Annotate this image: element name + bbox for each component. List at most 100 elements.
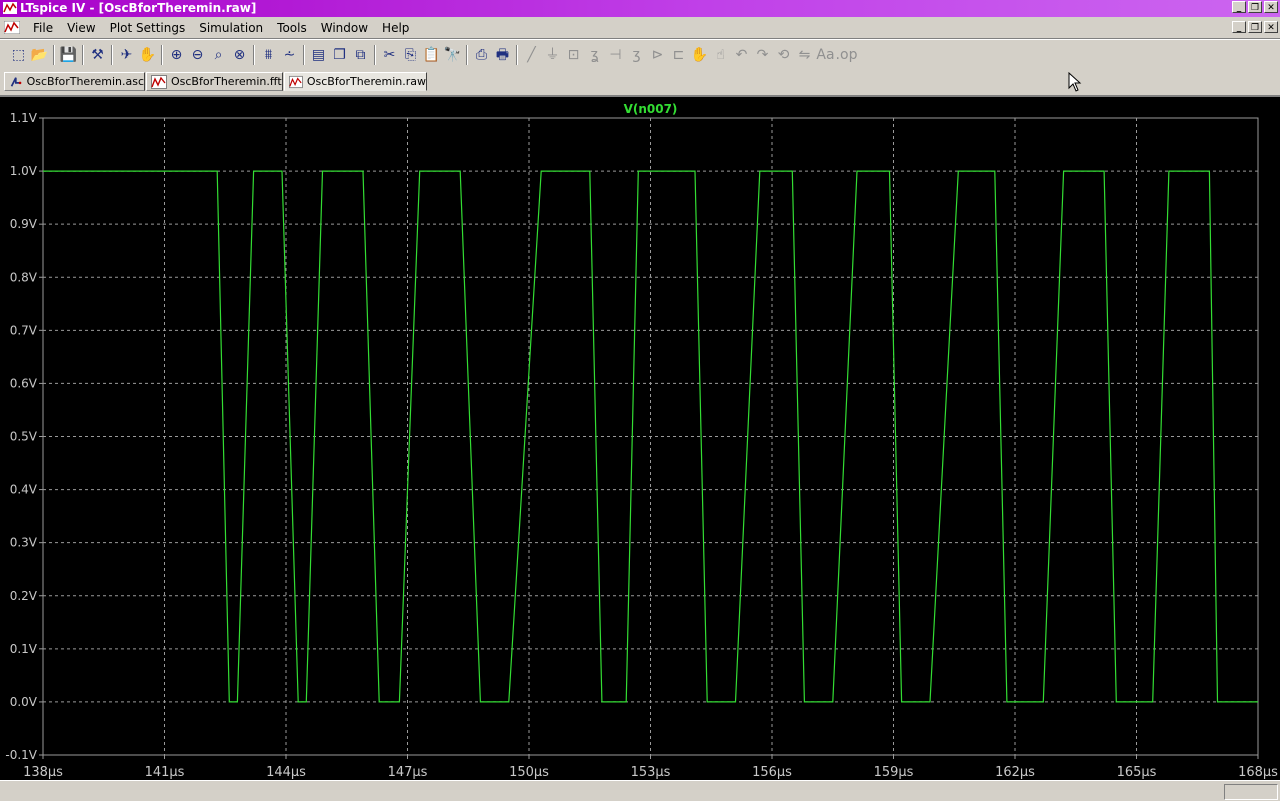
- copy-icon[interactable]: ⎘: [400, 44, 421, 66]
- run-icon[interactable]: ✈: [116, 44, 137, 66]
- zoom-fit-icon[interactable]: ⌕: [208, 44, 229, 66]
- toolbar-separator: [303, 45, 305, 65]
- paste-icon[interactable]: 📋: [421, 44, 442, 66]
- tile-icon[interactable]: ▤: [308, 44, 329, 66]
- y-tick-label: 0.1V: [10, 642, 38, 656]
- component-icon[interactable]: ⊏: [668, 44, 689, 66]
- x-tick-label: 141µs: [145, 765, 185, 780]
- y-tick-label: 0.9V: [10, 217, 38, 231]
- close-all-icon[interactable]: ⧉: [350, 44, 371, 66]
- zoom-cancel-icon[interactable]: ⊗: [229, 44, 250, 66]
- halt-icon[interactable]: ✋: [137, 44, 158, 66]
- x-tick-label: 162µs: [995, 765, 1035, 780]
- y-tick-label: 1.0V: [10, 164, 38, 178]
- y-tick-label: 0.8V: [10, 270, 38, 284]
- y-tick-label: 0.0V: [10, 695, 38, 709]
- tab-oscbfortheremin-fft[interactable]: OscBforTheremin.fft: [146, 72, 283, 91]
- trace-title: V(n007): [624, 102, 678, 116]
- ltspice-app-icon: [3, 2, 17, 14]
- find-icon[interactable]: 🔭: [442, 44, 463, 66]
- inductor-icon[interactable]: ʒ: [626, 44, 647, 66]
- toolbar-separator: [161, 45, 163, 65]
- toolbar-separator: [253, 45, 255, 65]
- schematic-icon: [10, 76, 22, 87]
- document-system-menu-icon[interactable]: [4, 21, 20, 34]
- tab-label: OscBforTheremin.fft: [171, 75, 282, 88]
- waveform-icon: [151, 74, 167, 89]
- menu-tools[interactable]: Tools: [270, 18, 314, 38]
- toolbar-separator: [374, 45, 376, 65]
- minimize-button[interactable]: _: [1232, 1, 1246, 13]
- restore-button[interactable]: ❐: [1248, 1, 1262, 13]
- zoom-in-icon[interactable]: ⊕: [166, 44, 187, 66]
- y-tick-label: 1.1V: [10, 111, 38, 125]
- y-tick-label: 0.2V: [10, 589, 38, 603]
- toolbar-separator: [111, 45, 113, 65]
- autorange-icon[interactable]: ⩩: [258, 44, 279, 66]
- text-icon[interactable]: Aa: [815, 44, 836, 66]
- cut-icon[interactable]: ✂: [379, 44, 400, 66]
- open-icon[interactable]: 📂: [29, 44, 50, 66]
- menu-file[interactable]: File: [26, 18, 60, 38]
- label-icon[interactable]: ⊡: [563, 44, 584, 66]
- print-preview-icon[interactable]: ⎙: [471, 44, 492, 66]
- mdi-minimize-button[interactable]: _: [1232, 21, 1246, 33]
- undo-icon[interactable]: ↶: [731, 44, 752, 66]
- tab-oscbfortheremin-asc[interactable]: OscBforTheremin.asc: [4, 72, 145, 91]
- menu-simulation[interactable]: Simulation: [192, 18, 270, 38]
- waveform-icon: [289, 75, 303, 88]
- resistor-icon[interactable]: ʓ: [584, 44, 605, 66]
- y-tick-label: 0.5V: [10, 430, 38, 444]
- capacitor-icon[interactable]: ⊣: [605, 44, 626, 66]
- y-tick-label: 0.7V: [10, 323, 38, 337]
- spice-directive-icon[interactable]: .op: [836, 44, 858, 66]
- x-tick-label: 138µs: [23, 765, 63, 780]
- control-panel-icon[interactable]: ⚒: [87, 44, 108, 66]
- tab-label: OscBforTheremin.asc: [26, 75, 144, 88]
- window-title: LTspice IV - [OscBforTheremin.raw]: [20, 1, 257, 15]
- toolbar-separator: [82, 45, 84, 65]
- zoom-out-icon[interactable]: ⊖: [187, 44, 208, 66]
- y-tick-label: -0.1V: [5, 748, 37, 762]
- toolbar-separator: [466, 45, 468, 65]
- x-tick-label: 168µs: [1238, 765, 1278, 780]
- y-tick-label: 0.4V: [10, 483, 38, 497]
- tab-oscbfortheremin-raw[interactable]: OscBforTheremin.raw: [284, 72, 427, 91]
- cascade-icon[interactable]: ❐: [329, 44, 350, 66]
- menu-bar: File View Plot Settings Simulation Tools Wind…: [0, 18, 1280, 39]
- rotate-icon[interactable]: ⟲: [773, 44, 794, 66]
- tab-label: OscBforTheremin.raw: [306, 75, 426, 88]
- mirror-icon[interactable]: ⇋: [794, 44, 815, 66]
- toolbar-icons: ⬚ 📂 💾 ⚒ ✈ ✋ ⊕ ⊖ ⌕ ⊗ ⩩ ⩪ ▤ ❐ ⧉ ✂ ⎘ 📋 🔭 ⎙ 🖶 ╱ ⏚ ⊡ ʓ ⊣ ʒ ⊳ ⊏ ✋ ☝ ↶ ↷ ⟲ ⇋ Aa .op: [8, 44, 857, 66]
- menu-plot-settings[interactable]: Plot Settings: [103, 18, 193, 38]
- waveform-plot[interactable]: 138µs 141µs 144µs 147µs 150µs 153µs 156µs 159µs…: [0, 97, 1280, 780]
- diode-icon[interactable]: ⊳: [647, 44, 668, 66]
- y-tick-label: 0.6V: [10, 376, 38, 390]
- new-schematic-icon[interactable]: ⬚: [8, 44, 29, 66]
- mdi-controls: _ ❐ ✕: [1232, 21, 1278, 33]
- menu-view[interactable]: View: [60, 18, 102, 38]
- redo-icon[interactable]: ↷: [752, 44, 773, 66]
- mouse-cursor-icon: [1068, 72, 1082, 92]
- x-tick-label: 165µs: [1117, 765, 1157, 780]
- add-trace-icon[interactable]: ⩪: [279, 44, 300, 66]
- menu-help[interactable]: Help: [375, 18, 416, 38]
- menu-window[interactable]: Window: [314, 18, 375, 38]
- close-button[interactable]: ✕: [1264, 1, 1278, 13]
- print-icon[interactable]: 🖶: [492, 44, 513, 66]
- drag-icon[interactable]: ☝: [710, 44, 731, 66]
- status-bar: [0, 780, 1280, 801]
- x-tick-label: 153µs: [631, 765, 671, 780]
- x-tick-label: 144µs: [266, 765, 306, 780]
- y-tick-label: 0.3V: [10, 536, 38, 550]
- mdi-close-button[interactable]: ✕: [1264, 21, 1278, 33]
- toolbar: ⬚ 📂 💾 ⚒ ✈ ✋ ⊕ ⊖ ⌕ ⊗ ⩩ ⩪ ▤ ❐ ⧉ ✂ ⎘ 📋 🔭 ⎙ 🖶 ╱ ⏚ ⊡ ʓ ⊣ ʒ ⊳ ⊏ ✋ ☝ ↶ ↷ ⟲ ⇋ Aa .op: [0, 39, 1280, 71]
- save-icon[interactable]: 💾: [58, 44, 79, 66]
- move-icon[interactable]: ✋: [689, 44, 710, 66]
- mdi-restore-button[interactable]: ❐: [1248, 21, 1262, 33]
- plot-pane[interactable]: 138µs 141µs 144µs 147µs 150µs 153µs 156µs 159µs…: [0, 95, 1280, 780]
- wire-icon[interactable]: ╱: [521, 44, 542, 66]
- ground-icon[interactable]: ⏚: [542, 44, 563, 66]
- toolbar-separator: [516, 45, 518, 65]
- status-pane: [1224, 784, 1278, 800]
